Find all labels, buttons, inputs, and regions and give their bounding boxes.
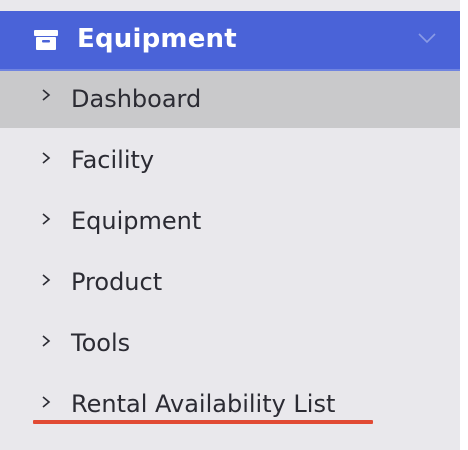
menu-item-dashboard[interactable]: Dashboard	[0, 71, 460, 128]
chevron-right-icon	[42, 396, 51, 408]
chevron-right-icon	[42, 213, 51, 225]
chevron-right-icon	[42, 89, 51, 101]
menu-item-label: Facility	[71, 146, 155, 174]
menu-item-label: Tools	[71, 329, 131, 357]
menu-item-label: Equipment	[71, 207, 202, 235]
menu-item-equipment[interactable]: Equipment	[0, 189, 460, 250]
menu-item-label: Product	[71, 268, 163, 296]
section-header-equipment[interactable]: Equipment	[0, 11, 460, 69]
submenu-list: Dashboard Facility Equipment Product Too…	[0, 71, 460, 433]
menu-item-label: Dashboard	[71, 85, 202, 113]
menu-item-product[interactable]: Product	[0, 250, 460, 311]
section-title: Equipment	[77, 24, 237, 54]
highlight-underline	[33, 420, 373, 424]
menu-item-label: Rental Availability List	[71, 390, 336, 418]
menu-item-facility[interactable]: Facility	[0, 128, 460, 189]
sidebar-panel: Equipment Dashboard Facility Equipment P…	[0, 0, 460, 450]
chevron-right-icon	[42, 152, 51, 164]
archive-box-icon	[34, 30, 58, 50]
menu-item-tools[interactable]: Tools	[0, 311, 460, 372]
chevron-right-icon	[42, 274, 51, 286]
chevron-down-icon[interactable]	[418, 32, 436, 44]
chevron-right-icon	[42, 335, 51, 347]
